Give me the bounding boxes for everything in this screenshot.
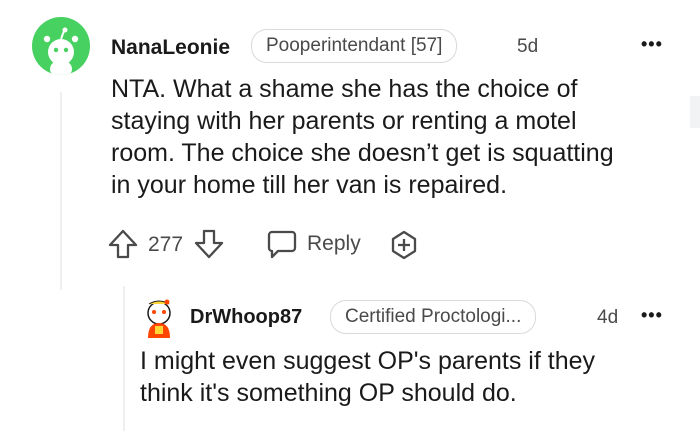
upvote-arrow-icon bbox=[108, 229, 138, 259]
reply-user-flair: Certified Proctologi... bbox=[330, 300, 537, 334]
more-options-icon[interactable]: ••• bbox=[641, 34, 663, 55]
user-flair: Pooperintendant [57] bbox=[251, 29, 458, 63]
comment-timestamp[interactable]: 5d bbox=[517, 36, 538, 58]
avatar[interactable] bbox=[32, 17, 90, 75]
upvote-button[interactable] bbox=[107, 228, 139, 260]
reply-button[interactable]: Reply bbox=[266, 226, 371, 262]
comment-body-line: room. The choice she doesn’t get is squa… bbox=[111, 139, 614, 167]
reply-thread-line[interactable] bbox=[123, 286, 125, 431]
downvote-button[interactable] bbox=[193, 228, 225, 260]
snoo-avatar-icon bbox=[147, 299, 171, 338]
downvote-arrow-icon bbox=[194, 229, 224, 259]
reply-label: Reply bbox=[307, 232, 361, 255]
comment-body-line: NTA. What a shame she has the choice of bbox=[111, 75, 578, 103]
reply-body: I might even suggest OP's parents if the… bbox=[140, 345, 680, 409]
add-award-icon bbox=[391, 230, 417, 260]
comment-username[interactable]: NanaLeonie bbox=[111, 36, 230, 60]
reply-username[interactable]: DrWhoop87 bbox=[190, 306, 302, 329]
reply-body-line: think it's something OP should do. bbox=[140, 379, 517, 407]
reply-avatar[interactable] bbox=[140, 298, 178, 338]
speech-bubble-icon bbox=[267, 230, 297, 259]
award-button[interactable] bbox=[388, 229, 420, 261]
scrollbar[interactable] bbox=[690, 96, 700, 128]
comment-body: NTA. What a shame she has the choice of … bbox=[111, 73, 671, 201]
reply-body-line: I might even suggest OP's parents if the… bbox=[140, 347, 596, 375]
thread-line[interactable] bbox=[60, 92, 62, 290]
comment-body-line: in your home till her van is repaired. bbox=[111, 171, 508, 199]
comment-body-line: staying with her parents or renting a mo… bbox=[111, 107, 577, 135]
vote-score: 277 bbox=[148, 233, 184, 256]
snoo-avatar-icon bbox=[43, 27, 79, 75]
reply-timestamp[interactable]: 4d bbox=[597, 307, 618, 329]
more-options-icon[interactable]: ••• bbox=[641, 305, 663, 326]
